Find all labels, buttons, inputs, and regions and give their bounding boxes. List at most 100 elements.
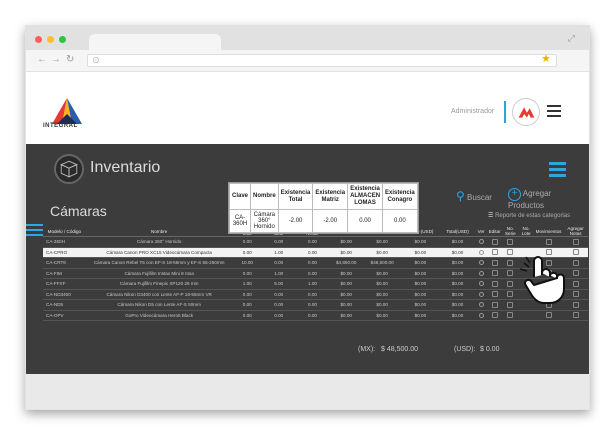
serial-icon[interactable] — [507, 238, 514, 245]
table-row[interactable]: CA-ND3400 Cámara Nikon D3400 con Lente AF… — [43, 289, 588, 300]
edit-icon[interactable] — [491, 270, 498, 277]
address-bar[interactable]: ⊙ — [87, 54, 557, 67]
movements-icon[interactable] — [545, 238, 552, 245]
view-icon[interactable] — [478, 291, 484, 297]
nav-bar: ← → ↻ ⊙ ★ — [26, 50, 589, 72]
edit-icon[interactable] — [491, 238, 498, 245]
report-link[interactable]: ☰ Reporte de estas categorias — [488, 212, 570, 219]
action-cell — [563, 268, 588, 279]
view-icon[interactable] — [478, 270, 484, 276]
table-cell: $0.00 — [439, 289, 476, 300]
view-icon[interactable] — [478, 249, 484, 255]
bookmark-star-icon[interactable]: ★ — [541, 53, 551, 65]
edit-icon[interactable] — [491, 301, 498, 308]
table-cell: $0.00 — [363, 268, 402, 279]
table-row[interactable]: CA-CRT6 Cámara Canon Rebel T6 con EF-S 18… — [43, 257, 588, 269]
table-cell: Cámara 360° Hornido — [85, 236, 233, 248]
page-footer — [26, 374, 589, 409]
table-cell: 10.00 — [232, 257, 262, 269]
add-note-icon[interactable] — [572, 238, 579, 245]
serial-icon[interactable] — [507, 291, 514, 298]
hand-cursor-icon — [520, 256, 565, 304]
table-cell: $0.00 — [401, 299, 440, 311]
serial-icon[interactable] — [507, 312, 514, 319]
serial-icon[interactable] — [507, 249, 514, 256]
add-note-icon[interactable] — [572, 301, 579, 308]
edit-icon[interactable] — [491, 259, 498, 266]
fullscreen-icon[interactable]: ⤢ — [568, 33, 575, 44]
movements-icon[interactable] — [545, 312, 552, 319]
serial-icon[interactable] — [507, 270, 514, 277]
edit-icon[interactable] — [491, 249, 498, 256]
table-cell: $0.00 — [439, 236, 476, 248]
minimize-window-button[interactable] — [47, 36, 54, 43]
view-icon[interactable] — [478, 312, 484, 318]
stock-popup: Clave Nombre Existencia Total Existencia… — [228, 182, 419, 234]
view-icon[interactable] — [478, 239, 484, 245]
table-cell: 0.00 — [295, 289, 330, 300]
view-icon[interactable] — [478, 281, 484, 287]
table-cell: 1.00 — [232, 278, 262, 290]
add-note-icon[interactable] — [572, 270, 579, 277]
action-cell — [475, 289, 487, 300]
add-note-icon[interactable] — [572, 259, 579, 266]
search-icon: ⚲ — [456, 189, 465, 203]
back-icon[interactable]: ← — [37, 54, 47, 66]
serial-icon[interactable] — [507, 301, 514, 308]
popup-cell: 0.00 — [347, 209, 384, 233]
add-note-icon[interactable] — [572, 280, 579, 287]
add-note-icon[interactable] — [572, 291, 579, 298]
popup-cell: -2.00 — [312, 209, 349, 233]
table-cell: $0.00 — [401, 310, 440, 321]
table-cell: CA-CRT6 — [43, 257, 86, 269]
table-row[interactable]: CA-CPRO Cámara Canon PRO XC15 Videocámara… — [43, 247, 588, 258]
action-cell — [475, 257, 487, 269]
maximize-window-button[interactable] — [59, 36, 66, 43]
close-window-button[interactable] — [35, 36, 42, 43]
action-cell — [486, 236, 503, 248]
avatar[interactable] — [512, 98, 540, 126]
table-cell: $0.00 — [329, 236, 364, 248]
total-mx-label: (MX): — [358, 346, 376, 353]
inventory-table: Modelo / CódigoNombreExistencias totalPe… — [43, 226, 588, 321]
add-note-icon[interactable] — [572, 312, 579, 319]
view-icon[interactable] — [478, 302, 484, 308]
table-row[interactable]: CA-FIM Cámara Fujifilm Instax Mini 8 rosa… — [43, 268, 588, 279]
table-cell: 0.00 — [261, 289, 296, 300]
serial-icon[interactable] — [507, 259, 514, 266]
table-cell: $0.00 — [439, 278, 476, 290]
action-cell — [486, 278, 503, 290]
table-cell: $0.00 — [363, 278, 402, 290]
column-header: Agregar Notas — [563, 226, 588, 237]
table-cell: $0.00 — [329, 268, 364, 279]
forward-icon[interactable]: → — [51, 54, 61, 66]
search-label: Buscar — [467, 193, 492, 202]
table-cell: 0.00 — [261, 310, 296, 321]
table-cell: CA-ND5 — [43, 299, 86, 311]
edit-icon[interactable] — [491, 312, 498, 319]
edit-icon[interactable] — [491, 291, 498, 298]
view-icon[interactable] — [478, 260, 484, 266]
action-cell — [475, 278, 487, 290]
table-row[interactable]: CA-FFXF Cámara Fujifilm Finepix XP120 26 … — [43, 278, 588, 290]
search-button[interactable]: ⚲ Buscar — [456, 189, 492, 203]
column-header: Movimientos — [533, 226, 564, 237]
table-cell: 0.00 — [295, 299, 330, 311]
table-cell: Cámara Canon Rebel T6 con EF-S 18-55mm y… — [85, 257, 233, 269]
logo-text: INTEGRAL — [43, 123, 78, 129]
table-cell: Cámara Canon PRO XC15 Videocámara Compac… — [85, 247, 233, 258]
app-menu-icon[interactable] — [549, 162, 566, 180]
table-row[interactable]: CA-360H Cámara 360° Hornido 0.00 0.00 0.00 $0… — [43, 236, 588, 248]
action-cell — [486, 299, 503, 311]
add-note-icon[interactable] — [572, 249, 579, 256]
serial-icon[interactable] — [507, 280, 514, 287]
edit-icon[interactable] — [491, 280, 498, 287]
table-menu-icon[interactable] — [26, 224, 43, 239]
browser-tab[interactable] — [89, 34, 221, 50]
menu-icon[interactable] — [547, 105, 561, 120]
reload-icon[interactable]: ↻ — [66, 54, 74, 66]
table-row[interactable]: CA-ND5 Cámara Nikon D5 con Lente AF-S 50m… — [43, 299, 588, 311]
add-products-button[interactable]: + Agregar Productos — [508, 188, 589, 210]
table-cell: $0.00 — [329, 299, 364, 311]
table-row[interactable]: CA-OPV GoPro Videocámara Hero5 Black 0.00 0… — [43, 310, 588, 321]
